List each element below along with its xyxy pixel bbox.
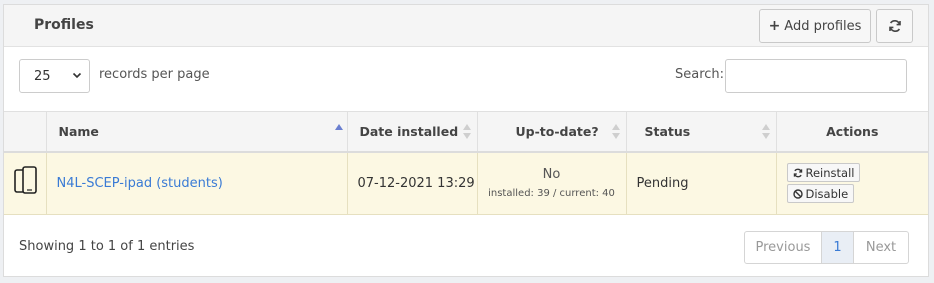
add-profiles-label: Add profiles	[784, 18, 862, 34]
refresh-icon	[793, 168, 802, 178]
profile-name-link[interactable]: N4L-SCEP-ipad (students)	[57, 176, 223, 191]
search-label: Search:	[675, 67, 725, 82]
date-installed-value: 07-12-2021 13:29	[357, 175, 475, 191]
column-header-device	[4, 111, 47, 153]
up-to-date-value: No	[542, 167, 561, 183]
entries-info: Showing 1 to 1 of 1 entries	[19, 239, 195, 254]
search-input[interactable]	[725, 59, 907, 93]
profiles-panel: Profiles + Add profiles 25 records per p…	[3, 4, 929, 277]
disable-button[interactable]: Disable	[786, 184, 855, 204]
chevron-down-icon	[72, 72, 82, 79]
up-to-date-cell: No installed: 39 / current: 40	[477, 151, 627, 215]
status-cell: Pending	[626, 151, 777, 215]
panel-title: Profiles	[34, 17, 94, 33]
ban-icon	[792, 189, 803, 199]
records-per-page-select[interactable]: 25	[19, 59, 90, 93]
sort-icon	[761, 124, 770, 140]
column-header-date-installed[interactable]: Date installed	[347, 111, 478, 153]
disable-label: Disable	[805, 186, 849, 201]
records-per-page-label: records per page	[99, 67, 210, 82]
reinstall-label: Reinstall	[805, 165, 855, 180]
refresh-icon	[888, 20, 901, 32]
table-header-row: Name Date installed Up-to-date? Status A…	[4, 111, 928, 153]
actions-cell: Reinstall Disable	[776, 151, 928, 215]
column-header-status-label: Status	[644, 123, 691, 139]
add-profiles-button[interactable]: + Add profiles	[759, 9, 871, 43]
mobile-device-icon	[14, 166, 37, 195]
refresh-button[interactable]	[876, 9, 913, 43]
column-header-actions: Actions	[776, 111, 928, 153]
column-header-date-label: Date installed	[359, 123, 459, 139]
plus-icon: +	[768, 18, 781, 34]
next-page-button[interactable]: Next	[854, 232, 908, 263]
panel-header: Profiles + Add profiles	[4, 5, 928, 47]
up-to-date-detail: installed: 39 / current: 40	[488, 188, 615, 200]
date-installed-cell: 07-12-2021 13:29	[347, 151, 478, 215]
column-header-name-label: Name	[58, 123, 99, 139]
status-value: Pending	[636, 175, 689, 191]
column-header-up-to-date[interactable]: Up-to-date?	[477, 111, 627, 153]
name-cell: N4L-SCEP-ipad (students)	[46, 151, 348, 215]
pagination: Previous 1 Next	[744, 231, 909, 264]
reinstall-button[interactable]: Reinstall	[786, 163, 861, 183]
records-per-page-value: 25	[34, 68, 51, 84]
column-header-status[interactable]: Status	[626, 111, 777, 153]
sort-icon	[462, 124, 471, 140]
table-row: N4L-SCEP-ipad (students) 07-12-2021 13:2…	[4, 151, 928, 215]
page-1-button[interactable]: 1	[822, 232, 854, 263]
sort-icon	[611, 124, 620, 140]
sort-ascending-icon	[334, 124, 343, 140]
column-header-up-to-date-label: Up-to-date?	[515, 123, 599, 139]
previous-page-button[interactable]: Previous	[745, 232, 822, 263]
column-header-name[interactable]: Name	[46, 111, 348, 153]
profiles-table: Name Date installed Up-to-date? Status A…	[4, 111, 928, 215]
device-cell	[4, 151, 47, 215]
